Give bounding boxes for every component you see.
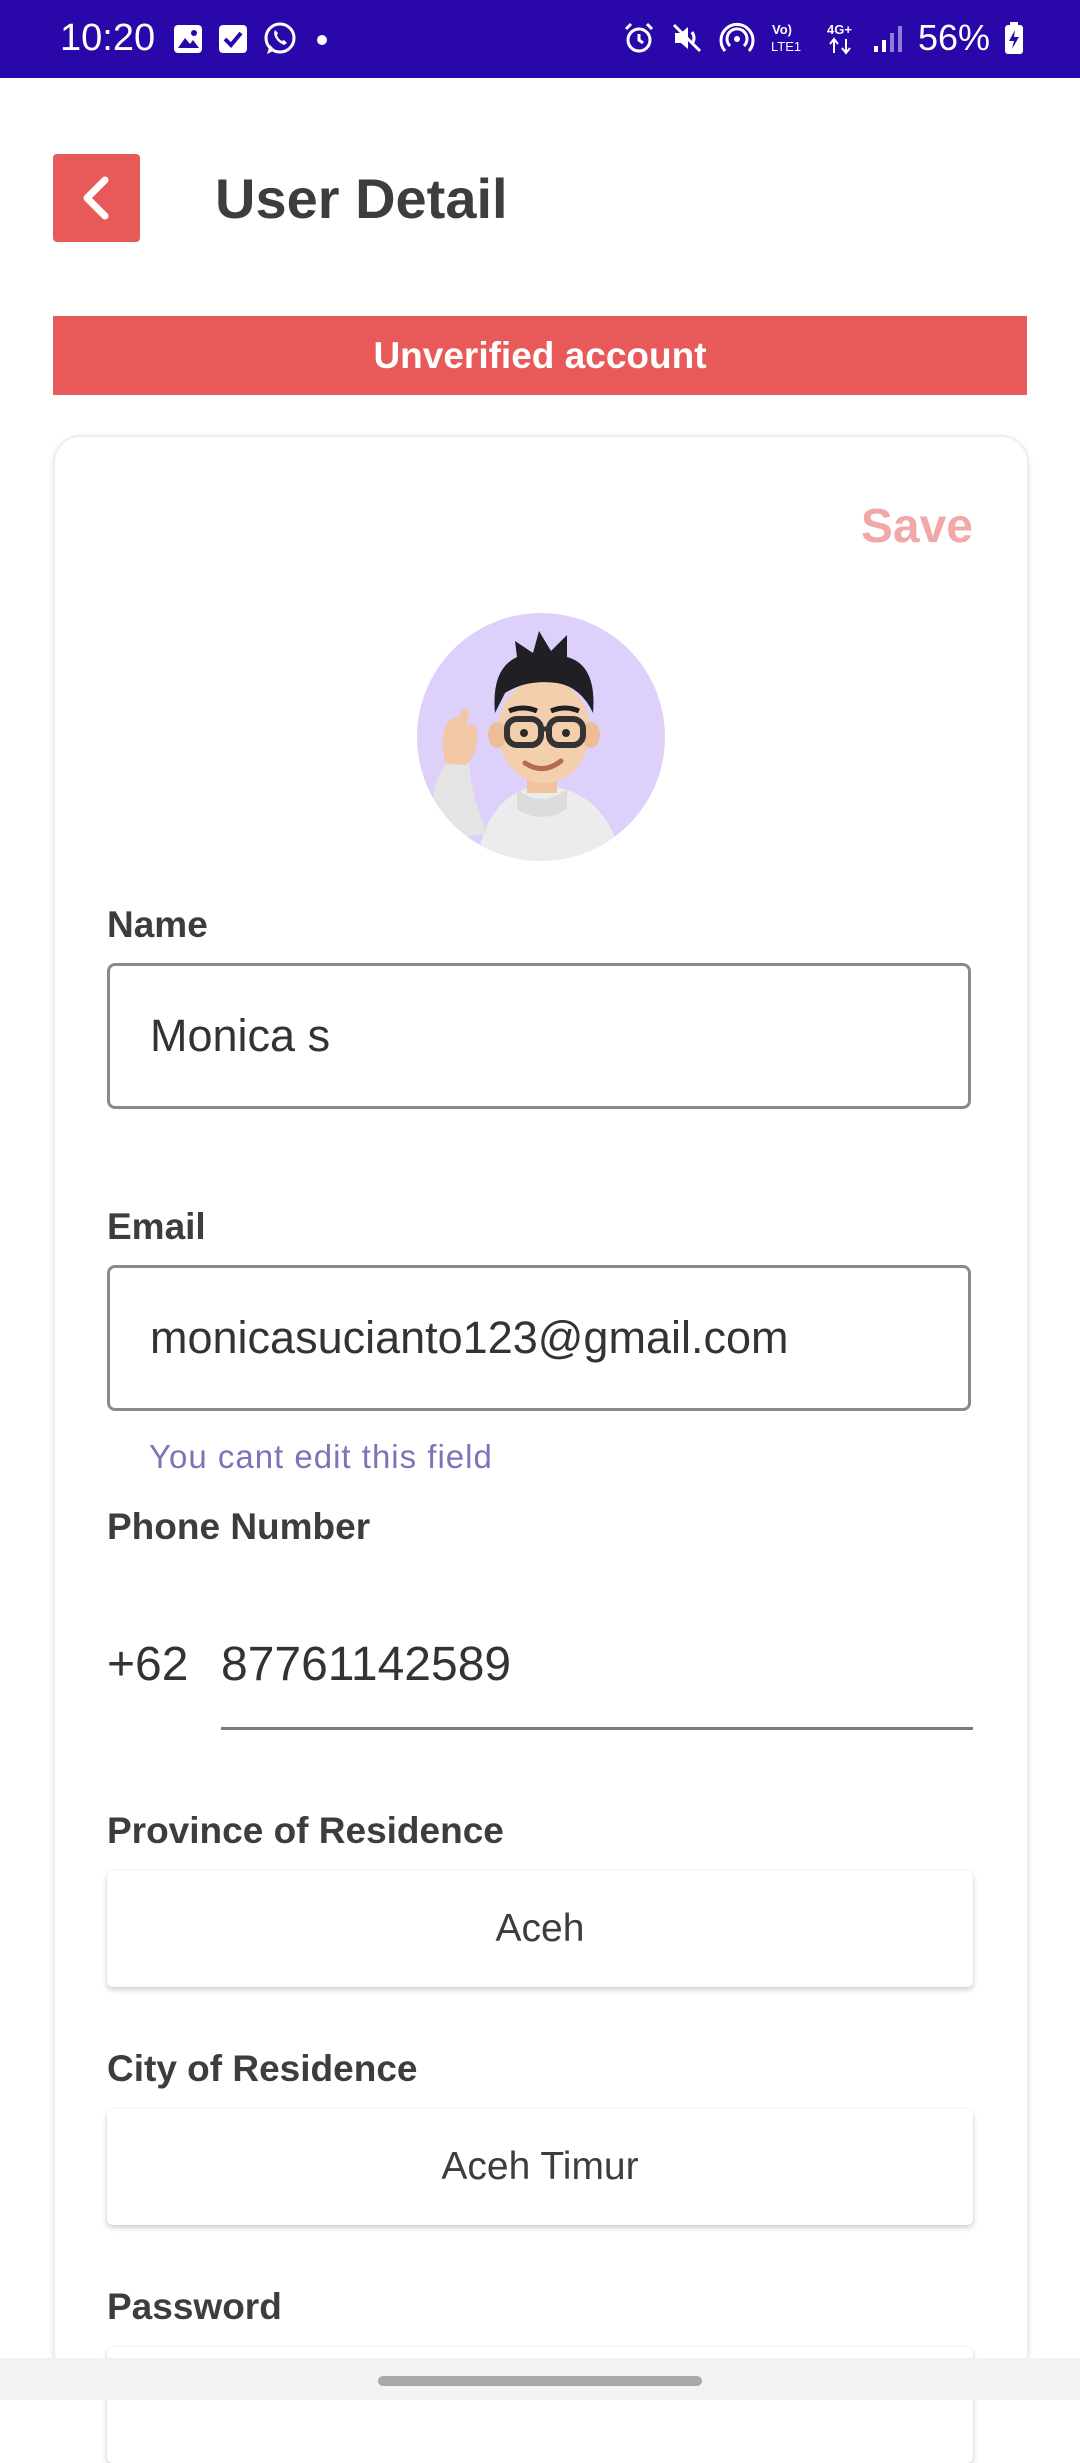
phone-country-code[interactable]: +62 xyxy=(107,1637,188,1693)
svg-text:4G+: 4G+ xyxy=(827,22,852,37)
user-detail-card: Save Name Monica s Email monicasucianto1… xyxy=(53,435,1029,2463)
checkbox-icon xyxy=(218,23,248,55)
back-button[interactable] xyxy=(53,154,140,242)
avatar-image xyxy=(432,631,622,861)
signal-icon xyxy=(872,22,904,54)
phone-label: Phone Number xyxy=(107,1506,371,1547)
city-label: City of Residence xyxy=(107,2048,418,2089)
unverified-banner: Unverified account xyxy=(53,316,1027,395)
page-title: User Detail xyxy=(215,167,508,230)
phone-input[interactable]: 87761142589 xyxy=(221,1637,511,1693)
name-label: Name xyxy=(107,904,208,945)
avatar[interactable] xyxy=(417,613,665,861)
hotspot-icon xyxy=(718,21,756,55)
mute-icon xyxy=(670,21,704,55)
alarm-icon xyxy=(622,21,656,55)
navigation-bar xyxy=(0,2358,1080,2400)
status-time: 10:20 xyxy=(60,17,156,59)
email-helper-text: You cant edit this field xyxy=(149,1438,493,1475)
city-select[interactable]: Aceh Timur xyxy=(107,2109,973,2225)
dot-icon xyxy=(312,29,332,49)
gallery-icon xyxy=(172,23,204,55)
phone-underline xyxy=(221,1727,973,1730)
4g-icon: 4G+ xyxy=(824,20,858,56)
email-field[interactable]: monicasucianto123@gmail.com xyxy=(107,1265,971,1411)
home-indicator[interactable] xyxy=(378,2376,702,2386)
chevron-left-icon xyxy=(77,174,117,222)
whatsapp-icon xyxy=(262,21,298,57)
status-bar: 10:20 Vo) LTE1 4G+ 56% xyxy=(0,0,1080,78)
name-input[interactable]: Monica s xyxy=(107,963,971,1109)
province-label: Province of Residence xyxy=(107,1810,504,1851)
email-label: Email xyxy=(107,1206,206,1247)
province-select[interactable]: Aceh xyxy=(107,1871,973,1987)
battery-percent: 56% xyxy=(917,17,990,58)
password-label: Password xyxy=(107,2286,282,2327)
volte-icon: Vo) LTE1 xyxy=(770,20,810,56)
save-button[interactable]: Save xyxy=(861,499,973,555)
svg-text:LTE1: LTE1 xyxy=(771,39,801,54)
battery-icon xyxy=(1004,21,1024,55)
notification-icons xyxy=(172,20,332,58)
svg-text:Vo): Vo) xyxy=(772,22,792,37)
system-icons: Vo) LTE1 4G+ 56% xyxy=(622,16,1024,60)
